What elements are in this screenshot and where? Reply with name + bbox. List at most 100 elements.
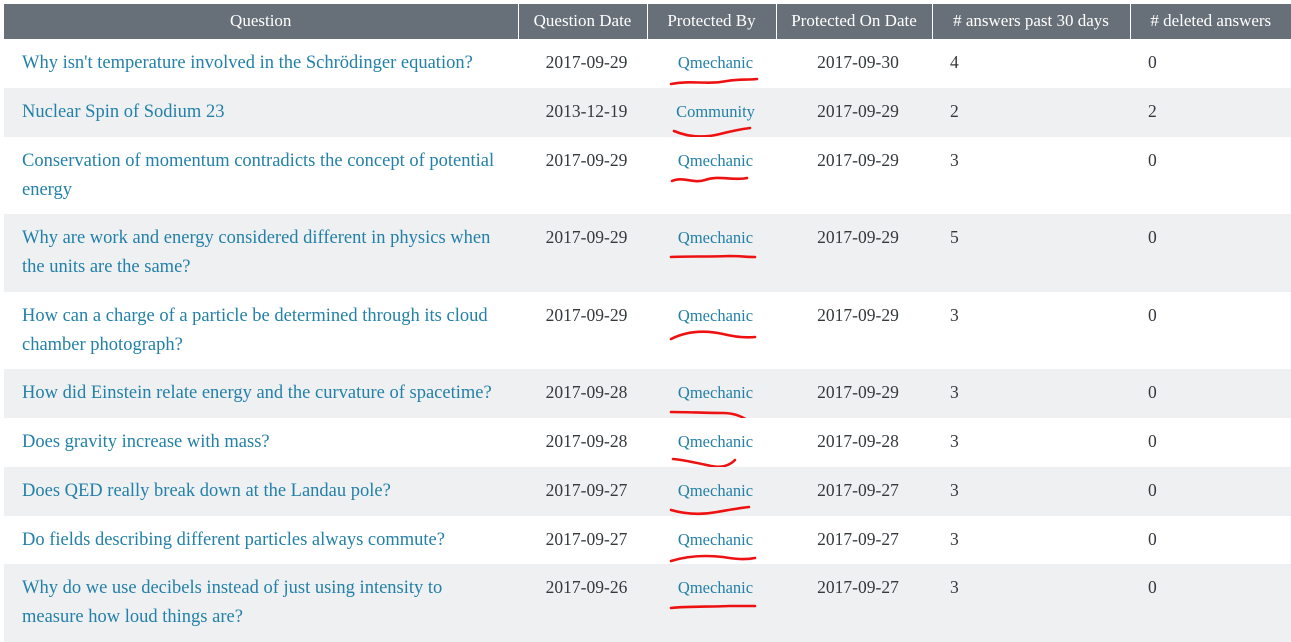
table-row: Why isn't temperature involved in the Sc…	[4, 39, 1291, 89]
question-link[interactable]: Do fields describing different particles…	[22, 530, 445, 550]
table-row: Do fields describing different particles…	[4, 515, 1291, 565]
cell-question-date: 2017-09-29	[518, 291, 647, 370]
cell-question-date: 2017-09-29	[518, 136, 647, 215]
question-link[interactable]: Conservation of momentum contradicts the…	[22, 151, 494, 200]
cell-protected-on-date: 2017-09-27	[776, 515, 932, 565]
cell-protected-on-date: 2017-09-29	[776, 291, 932, 370]
table-body: Why isn't temperature involved in the Sc…	[4, 39, 1291, 642]
question-link[interactable]: How did Einstein relate energy and the c…	[22, 383, 492, 403]
question-link[interactable]: How can a charge of a particle be determ…	[22, 306, 488, 355]
cell-protected-by: Qmechanic	[647, 515, 776, 565]
user-link[interactable]: Qmechanic	[678, 306, 753, 325]
table-row: How can a charge of a particle be determ…	[4, 291, 1291, 370]
protected-by-wrapper: Qmechanic	[670, 49, 759, 85]
cell-deleted-answers: 0	[1130, 369, 1291, 419]
protected-by-wrapper: Qmechanic	[670, 379, 753, 421]
cell-protected-by: Qmechanic	[647, 291, 776, 370]
column-header-question[interactable]: Question	[4, 4, 519, 40]
protected-by-wrapper: Qmechanic	[672, 428, 753, 469]
table-header-row: Question Question Date Protected By Prot…	[4, 4, 1291, 40]
cell-protected-by: Qmechanic	[647, 369, 776, 421]
cell-deleted-answers: 0	[1130, 466, 1291, 516]
cell-protected-by: Qmechanic	[647, 214, 776, 292]
table-row: Nuclear Spin of Sodium 23 2013-12-19 Commu…	[4, 88, 1291, 138]
cell-protected-by: Qmechanic	[647, 466, 776, 516]
question-link[interactable]: Why are work and energy considered diffe…	[22, 228, 490, 277]
cell-protected-on-date: 2017-09-29	[776, 214, 932, 292]
column-header-question-date[interactable]: Question Date	[518, 4, 648, 40]
user-link[interactable]: Qmechanic	[678, 530, 753, 549]
cell-answers-past-30-days: 4	[932, 39, 1130, 89]
user-link[interactable]: Community	[676, 102, 755, 121]
table-header: Question Question Date Protected By Prot…	[4, 4, 1291, 40]
cell-protected-by: Qmechanic	[647, 564, 776, 642]
cell-question-date: 2013-12-19	[518, 88, 647, 137]
column-header-protected-by[interactable]: Protected By	[647, 4, 777, 40]
cell-question-date: 2017-09-26	[518, 564, 647, 642]
cell-deleted-answers: 0	[1130, 418, 1291, 467]
cell-deleted-answers: 0	[1130, 39, 1291, 89]
column-header-answers-past-30-days[interactable]: # answers past 30 days	[932, 4, 1131, 40]
red-underline-annotation	[669, 329, 761, 347]
cell-answers-past-30-days: 2	[932, 88, 1130, 137]
cell-protected-by: Qmechanic	[647, 136, 776, 215]
cell-question-date: 2017-09-27	[518, 515, 647, 565]
cell-answers-past-30-days: 3	[932, 136, 1130, 215]
protected-questions-table: Question Question Date Protected By Prot…	[4, 4, 1291, 642]
table-row: Does gravity increase with mass? 2017-09-…	[4, 418, 1291, 469]
table-row: How did Einstein relate energy and the c…	[4, 369, 1291, 421]
question-link[interactable]: Does QED really break down at the Landau…	[22, 481, 391, 501]
cell-question: Conservation of momentum contradicts the…	[4, 136, 518, 215]
red-underline-annotation	[669, 602, 761, 620]
cell-protected-on-date: 2017-09-30	[776, 39, 932, 89]
user-link[interactable]: Qmechanic	[678, 151, 753, 170]
question-link[interactable]: Why isn't temperature involved in the Sc…	[22, 53, 473, 73]
cell-answers-past-30-days: 3	[932, 369, 1130, 419]
question-link[interactable]: Does gravity increase with mass?	[22, 432, 270, 452]
protected-questions-table-panel: Question Question Date Protected By Prot…	[0, 0, 1291, 642]
table-row: Does QED really break down at the Landau…	[4, 466, 1291, 516]
cell-question: Do fields describing different particles…	[4, 515, 518, 565]
user-link[interactable]: Qmechanic	[678, 481, 753, 500]
cell-deleted-answers: 0	[1130, 291, 1291, 370]
cell-question: Why do we use decibels instead of just u…	[4, 564, 518, 642]
table-row: Conservation of momentum contradicts the…	[4, 136, 1291, 215]
cell-question: How did Einstein relate energy and the c…	[4, 369, 518, 419]
cell-protected-on-date: 2017-09-27	[776, 466, 932, 516]
cell-protected-on-date: 2017-09-28	[776, 418, 932, 467]
cell-answers-past-30-days: 3	[932, 291, 1130, 370]
cell-answers-past-30-days: 3	[932, 466, 1130, 516]
user-link[interactable]: Qmechanic	[678, 383, 753, 402]
protected-by-wrapper: Qmechanic	[670, 302, 757, 341]
cell-question: Why isn't temperature involved in the Sc…	[4, 39, 518, 89]
column-header-protected-on-date[interactable]: Protected On Date	[776, 4, 933, 40]
cell-protected-on-date: 2017-09-29	[776, 369, 932, 419]
cell-question-date: 2017-09-29	[518, 214, 647, 292]
user-link[interactable]: Qmechanic	[678, 228, 753, 247]
cell-protected-on-date: 2017-09-29	[776, 136, 932, 215]
cell-deleted-answers: 0	[1130, 136, 1291, 215]
user-link[interactable]: Qmechanic	[678, 53, 753, 72]
cell-protected-by: Qmechanic	[647, 39, 776, 89]
cell-question: Why are work and energy considered diffe…	[4, 214, 518, 292]
red-underline-annotation	[669, 252, 761, 270]
table-row: Why do we use decibels instead of just u…	[4, 564, 1291, 642]
protected-by-wrapper: Qmechanic	[670, 224, 757, 258]
column-header-deleted-answers[interactable]: # deleted answers	[1130, 4, 1291, 40]
cell-deleted-answers: 0	[1130, 564, 1291, 642]
user-link[interactable]: Qmechanic	[678, 432, 753, 451]
cell-protected-on-date: 2017-09-29	[776, 88, 932, 137]
protected-by-wrapper: Community	[672, 98, 755, 138]
question-link[interactable]: Why do we use decibels instead of just u…	[22, 578, 442, 627]
cell-protected-by: Qmechanic	[647, 418, 776, 469]
cell-question-date: 2017-09-28	[518, 369, 647, 419]
cell-question: Does QED really break down at the Landau…	[4, 466, 518, 516]
protected-by-wrapper: Qmechanic	[670, 574, 757, 609]
cell-deleted-answers: 2	[1130, 88, 1291, 137]
question-link[interactable]: Nuclear Spin of Sodium 23	[22, 102, 224, 122]
cell-question: How can a charge of a particle be determ…	[4, 291, 518, 370]
user-link[interactable]: Qmechanic	[678, 578, 753, 597]
table-row: Why are work and energy considered diffe…	[4, 214, 1291, 292]
red-underline-annotation	[669, 174, 761, 192]
cell-answers-past-30-days: 3	[932, 515, 1130, 565]
